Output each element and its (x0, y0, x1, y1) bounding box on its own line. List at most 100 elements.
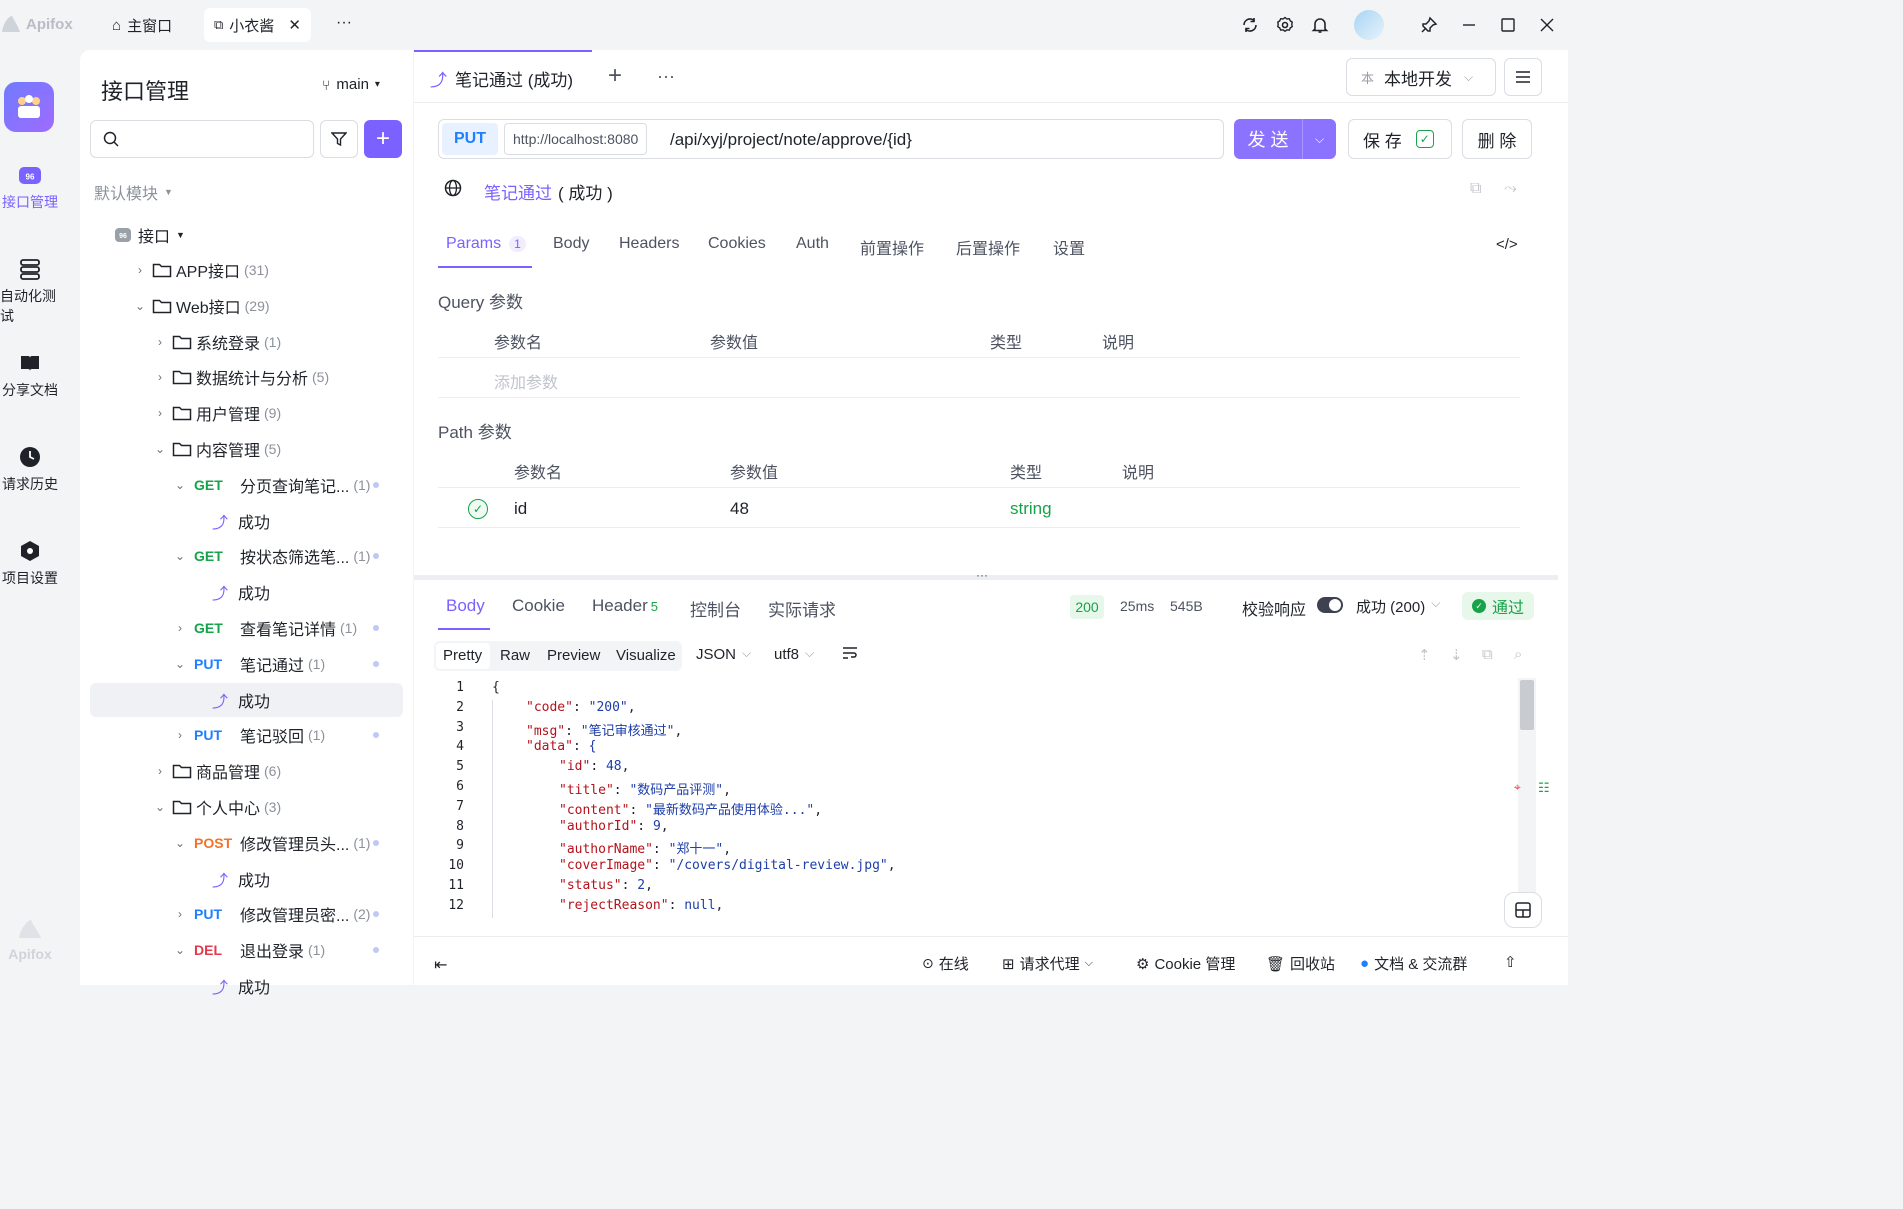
view-visualize[interactable]: Visualize (616, 647, 676, 664)
request-tab[interactable]: ⤴ 笔记通过 (成功) (430, 66, 573, 91)
code-icon[interactable]: </> (1496, 236, 1518, 253)
url-path-input[interactable]: /api/xyj/project/note/approve/{id} (670, 130, 912, 150)
chevron-icon[interactable]: ⌄ (172, 549, 188, 563)
chevron-icon[interactable]: ⌄ (172, 478, 188, 492)
rail-item-history[interactable]: 请求历史 (0, 446, 60, 494)
view-pretty[interactable]: Pretty (443, 647, 482, 664)
wrap-lines-icon[interactable] (842, 646, 858, 664)
rail-item-project-settings[interactable]: 项目设置 (0, 540, 60, 588)
code-scrollbar-track[interactable] (1518, 678, 1536, 926)
chevron-icon[interactable]: ⌄ (152, 442, 168, 456)
view-raw[interactable]: Raw (500, 647, 530, 664)
tree-api-item[interactable]: ⌄ DEL 退出登录 (1) (172, 933, 403, 967)
delete-button[interactable]: 删 除 (1462, 119, 1532, 159)
chevron-icon[interactable]: ⌄ (172, 943, 188, 957)
chevron-icon[interactable]: › (152, 370, 168, 384)
drag-handle-icon[interactable]: ··· (976, 568, 988, 582)
tree-api-item[interactable]: ⌄ POST 修改管理员头... (1) (172, 826, 403, 860)
tree-example-item[interactable]: ⤴ 成功 (212, 862, 403, 896)
tree-example-item[interactable]: ⤴ 成功 (212, 683, 403, 717)
maximize-icon[interactable] (1497, 14, 1519, 36)
project-avatar[interactable] (4, 82, 54, 132)
response-code-viewer[interactable]: 1{2 "code": "200", 3 "msg": "笔记审核通过", 4 "data… (434, 680, 1514, 924)
tree-folder[interactable]: › APP接口 (31) (132, 253, 403, 287)
tree-folder[interactable]: › 系统登录 (1) (152, 325, 403, 359)
validate-toggle[interactable] (1317, 597, 1343, 613)
response-tab[interactable]: Body (446, 596, 485, 616)
response-tab[interactable]: 实际请求 (768, 596, 836, 621)
tab-main-window[interactable]: ⌂ 主窗口 (102, 8, 182, 42)
window-close-icon[interactable] (1536, 14, 1558, 36)
tree-folder[interactable]: ⌄ 个人中心 (3) (152, 790, 403, 824)
param-tab[interactable]: Auth (796, 235, 829, 253)
rail-item-share-docs[interactable]: 分享文档 (0, 352, 60, 400)
tree-root[interactable]: 96 接口 ▼ (114, 218, 185, 252)
module-selector[interactable]: 默认模块 ▼ (94, 180, 173, 204)
recycle-bin[interactable]: 🗑 回收站 (1266, 953, 1335, 974)
ai-assist-icon[interactable]: ⌖ (1514, 780, 1536, 800)
filter-button[interactable] (320, 120, 358, 158)
param-tab[interactable]: Headers (619, 235, 679, 253)
tree-example-item[interactable]: ⤴ 成功 (212, 504, 403, 538)
upgrade-icon[interactable]: ⇧ (1504, 953, 1517, 971)
cookie-manager[interactable]: ⚙ Cookie 管理 (1136, 953, 1235, 974)
more-tabs-button[interactable]: ··· (336, 14, 352, 32)
collapse-sidebar-icon[interactable]: ⇤ (434, 955, 447, 975)
chevron-icon[interactable]: ⌄ (172, 657, 188, 671)
response-tab[interactable]: 控制台 (690, 596, 741, 621)
chevron-icon[interactable]: › (172, 728, 188, 742)
new-tab-plus-icon[interactable]: + (608, 62, 622, 90)
close-icon[interactable]: ✕ (288, 16, 301, 34)
tab-more-icon[interactable]: ··· (657, 66, 675, 87)
download-icon[interactable]: ⇣ (1450, 646, 1463, 664)
param-type[interactable]: string (1010, 499, 1052, 519)
upload-icon[interactable]: ⇡ (1418, 646, 1431, 664)
environment-selector[interactable]: 本 本地开发 ⌵ (1346, 58, 1496, 96)
refresh-icon[interactable] (1239, 14, 1261, 36)
copy-icon[interactable]: ⧉ (1470, 180, 1481, 198)
tree-api-item[interactable]: ⌄ PUT 笔记通过 (1) (172, 647, 403, 681)
tree-folder[interactable]: ⌄ 内容管理 (5) (152, 432, 403, 466)
tab-project[interactable]: ⧉ 小衣酱 ✕ (204, 8, 311, 42)
chevron-icon[interactable]: › (152, 406, 168, 420)
tree-folder[interactable]: › 商品管理 (6) (152, 754, 403, 788)
share-icon[interactable]: ⤳ (1504, 180, 1517, 198)
request-name[interactable]: 笔记通过 ( 成功 ) (484, 179, 613, 204)
param-name[interactable]: id (514, 499, 527, 519)
tree-api-item[interactable]: ⌄ GET 分页查询笔记... (1) (172, 468, 403, 502)
send-button[interactable]: 发 送 (1234, 119, 1302, 159)
minimize-icon[interactable] (1458, 14, 1480, 36)
chevron-icon[interactable]: ⌄ (172, 836, 188, 850)
add-param-input[interactable]: 添加参数 (494, 369, 558, 393)
layout-toggle-button[interactable] (1504, 892, 1542, 928)
rail-item-api-management[interactable]: 96 接口管理 (0, 164, 60, 212)
param-value[interactable]: 48 (730, 499, 749, 519)
format-select[interactable]: JSON ⌵ (696, 646, 751, 663)
param-tab[interactable]: 后置操作 (956, 235, 1020, 259)
tree-folder[interactable]: › 数据统计与分析 (5) (152, 360, 403, 394)
search-icon[interactable]: ⌕ (1514, 646, 1522, 663)
response-tab[interactable]: Header 5 (592, 596, 658, 616)
copy-icon[interactable]: ⧉ (1482, 646, 1493, 663)
chevron-icon[interactable]: ⌄ (152, 800, 168, 814)
code-scrollbar-thumb[interactable] (1520, 680, 1534, 730)
request-proxy[interactable]: ⊞ 请求代理 ⌵ (1002, 953, 1093, 974)
chevron-icon[interactable]: › (132, 263, 148, 277)
param-tab[interactable]: Params 1 (446, 235, 526, 253)
param-tab[interactable]: Cookies (708, 235, 766, 253)
chevron-icon[interactable]: ⌄ (132, 299, 148, 313)
method-selector[interactable]: PUT (442, 123, 498, 155)
param-enabled-checkbox[interactable]: ✓ (468, 499, 488, 519)
pin-icon[interactable] (1418, 14, 1440, 36)
param-tab[interactable]: Body (553, 235, 589, 253)
outline-icon[interactable]: ☷ (1538, 780, 1550, 796)
branch-selector[interactable]: ⑂ main ▾ (322, 76, 380, 93)
tree-example-item[interactable]: ⤴ 成功 (212, 575, 403, 609)
chevron-icon[interactable]: › (172, 621, 188, 635)
base-url[interactable]: http://localhost:8080 (504, 123, 648, 155)
param-tab[interactable]: 前置操作 (860, 235, 924, 259)
bell-icon[interactable] (1309, 14, 1331, 36)
tree-search[interactable] (90, 120, 314, 158)
rail-item-auto-test[interactable]: 自动化测试 (0, 258, 60, 326)
tree-api-item[interactable]: › PUT 修改管理员密... (2) (172, 897, 403, 931)
